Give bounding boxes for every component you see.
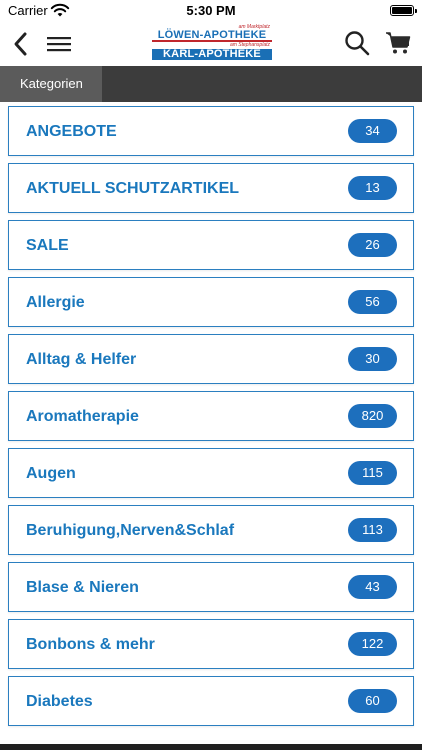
category-count-badge: 122	[348, 632, 397, 656]
category-label: Alltag & Helfer	[26, 351, 137, 368]
battery-icon	[390, 5, 417, 16]
category-count-badge: 113	[348, 518, 397, 542]
category-item-blase-nieren[interactable]: Blase & Nieren 43	[8, 562, 414, 612]
category-item-alltag-helfer[interactable]: Alltag & Helfer 30	[8, 334, 414, 384]
app-header: am Marktplatz LÖWEN-APOTHEKE am Stephans…	[0, 22, 422, 66]
logo-line-karl: am Stephansplatz KARL-APOTHEKE	[152, 42, 272, 60]
category-count-badge: 115	[348, 461, 397, 485]
category-item-augen[interactable]: Augen 115	[8, 448, 414, 498]
category-item-aromatherapie[interactable]: Aromatherapie 820	[8, 391, 414, 441]
category-count-badge: 34	[348, 119, 397, 143]
tab-kategorien[interactable]: Kategorien	[0, 66, 102, 102]
menu-icon[interactable]	[46, 34, 72, 54]
category-count-badge: 60	[348, 689, 397, 713]
category-label: Diabetes	[26, 693, 93, 710]
category-list: ANGEBOTE 34 AKTUELL SCHUTZARTIKEL 13 SAL…	[8, 106, 414, 733]
category-item-allergie[interactable]: Allergie 56	[8, 277, 414, 327]
pharmacy-logo[interactable]: am Marktplatz LÖWEN-APOTHEKE am Stephans…	[152, 22, 272, 64]
category-count-badge: 30	[348, 347, 397, 371]
category-count-badge: 820	[348, 404, 397, 428]
category-label: Bonbons & mehr	[26, 636, 155, 653]
category-label: SALE	[26, 237, 69, 254]
category-count-badge: 56	[348, 290, 397, 314]
category-item-angebote[interactable]: ANGEBOTE 34	[8, 106, 414, 156]
category-count-badge: 43	[348, 575, 397, 599]
category-label: AKTUELL SCHUTZARTIKEL	[26, 180, 240, 197]
cart-icon[interactable]	[385, 30, 411, 56]
category-label: ANGEBOTE	[26, 123, 117, 140]
home-indicator-bar	[0, 744, 422, 750]
logo-line-loewen: am Marktplatz LÖWEN-APOTHEKE	[152, 24, 272, 42]
category-label: Aromatherapie	[26, 408, 139, 425]
category-label: Beruhigung,Nerven&Schlaf	[26, 522, 235, 539]
category-label: Allergie	[26, 294, 85, 311]
clock: 5:30 PM	[186, 3, 236, 18]
category-item-bonbons[interactable]: Bonbons & mehr 122	[8, 619, 414, 669]
search-icon[interactable]	[344, 30, 370, 56]
category-label: Blase & Nieren	[26, 579, 139, 596]
back-icon[interactable]	[10, 30, 32, 58]
logo-title-loewen: LÖWEN-APOTHEKE	[152, 30, 272, 42]
status-bar: Carrier 5:30 PM	[0, 0, 422, 22]
category-item-beruhigung[interactable]: Beruhigung,Nerven&Schlaf 113	[8, 505, 414, 555]
tab-bar: Kategorien	[0, 66, 422, 102]
category-item-diabetes[interactable]: Diabetes 60	[8, 676, 414, 726]
logo-title-karl: KARL-APOTHEKE	[152, 49, 272, 60]
category-count-badge: 13	[348, 176, 397, 200]
category-item-sale[interactable]: SALE 26	[8, 220, 414, 270]
category-count-badge: 26	[348, 233, 397, 257]
category-label: Augen	[26, 465, 76, 482]
category-item-aktuell-schutzartikel[interactable]: AKTUELL SCHUTZARTIKEL 13	[8, 163, 414, 213]
